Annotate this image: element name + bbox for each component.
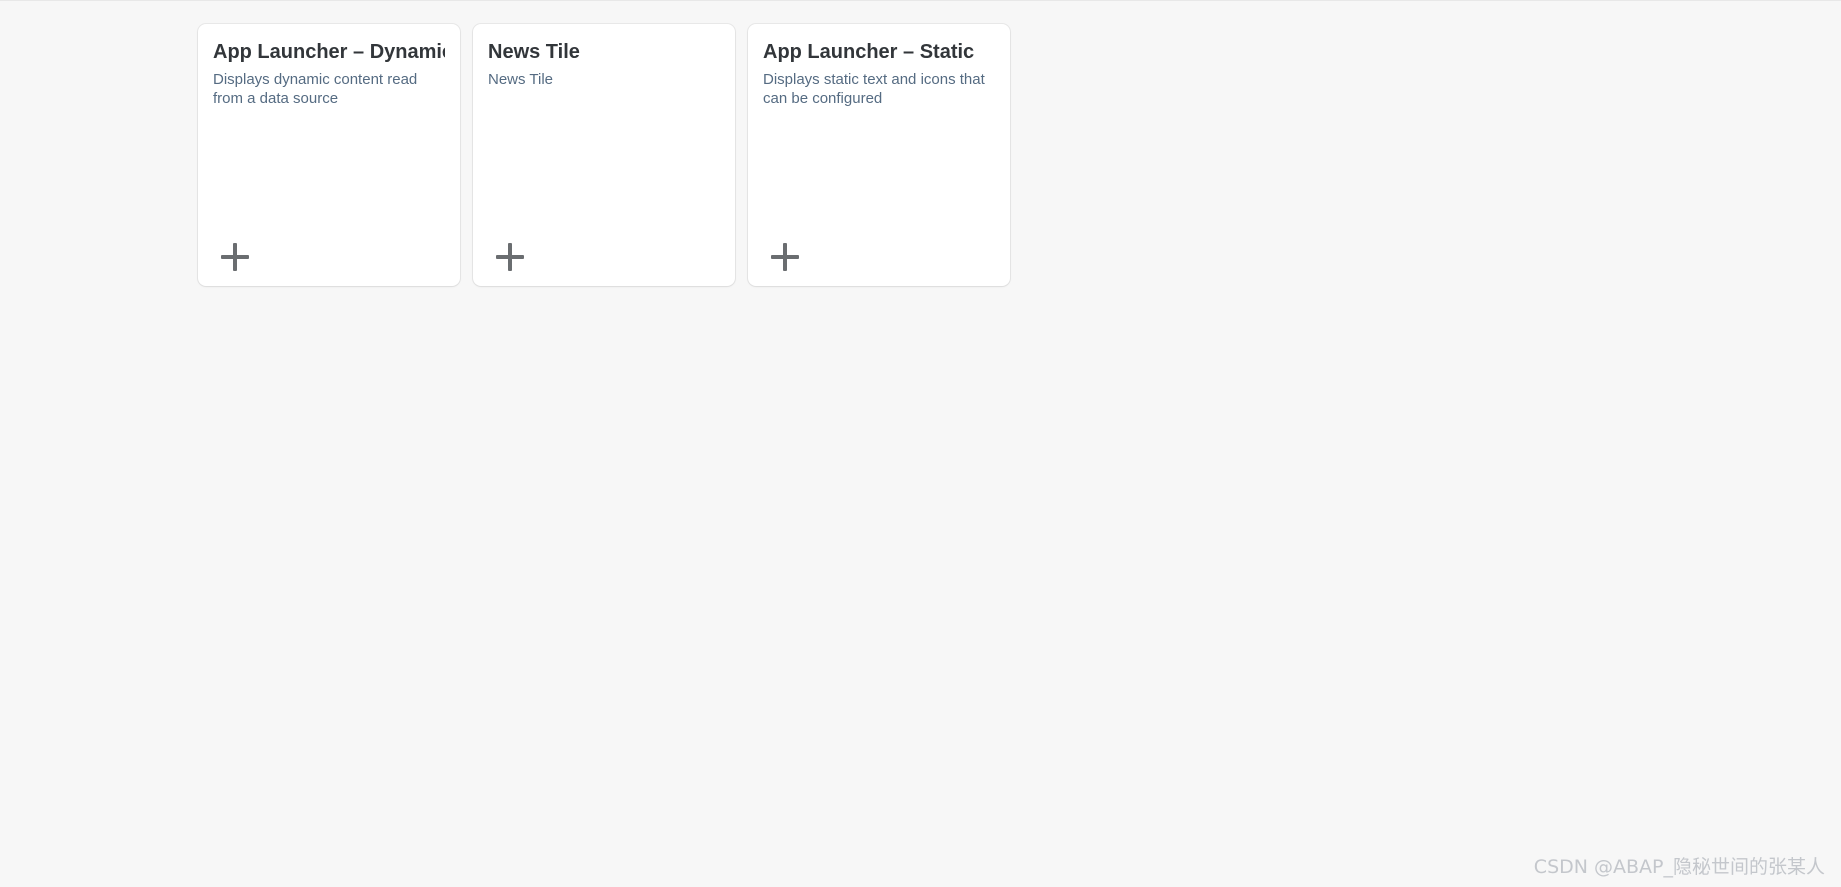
tile-news[interactable]: News Tile News Tile <box>473 24 735 286</box>
tile-title: App Launcher – Dynamic <box>213 41 445 63</box>
tile-catalog: App Launcher – Dynamic Displays dynamic … <box>198 24 1010 286</box>
tile-app-launcher-dynamic[interactable]: App Launcher – Dynamic Displays dynamic … <box>198 24 460 286</box>
tile-subtitle: News Tile <box>488 71 554 88</box>
tile-subtitle: Displays dynamic content read from a dat… <box>213 71 418 107</box>
tile-title: App Launcher – Static <box>763 41 975 63</box>
top-divider <box>0 0 1841 1</box>
tile-app-launcher-static[interactable]: App Launcher – Static Displays static te… <box>748 24 1010 286</box>
plus-icon[interactable] <box>218 240 252 274</box>
plus-icon[interactable] <box>493 240 527 274</box>
tile-title: News Tile <box>488 41 580 63</box>
watermark: CSDN @ABAP_隐秘世间的张某人 <box>1533 856 1825 878</box>
plus-icon[interactable] <box>768 240 802 274</box>
tile-subtitle: Displays static text and icons that can … <box>763 71 985 107</box>
